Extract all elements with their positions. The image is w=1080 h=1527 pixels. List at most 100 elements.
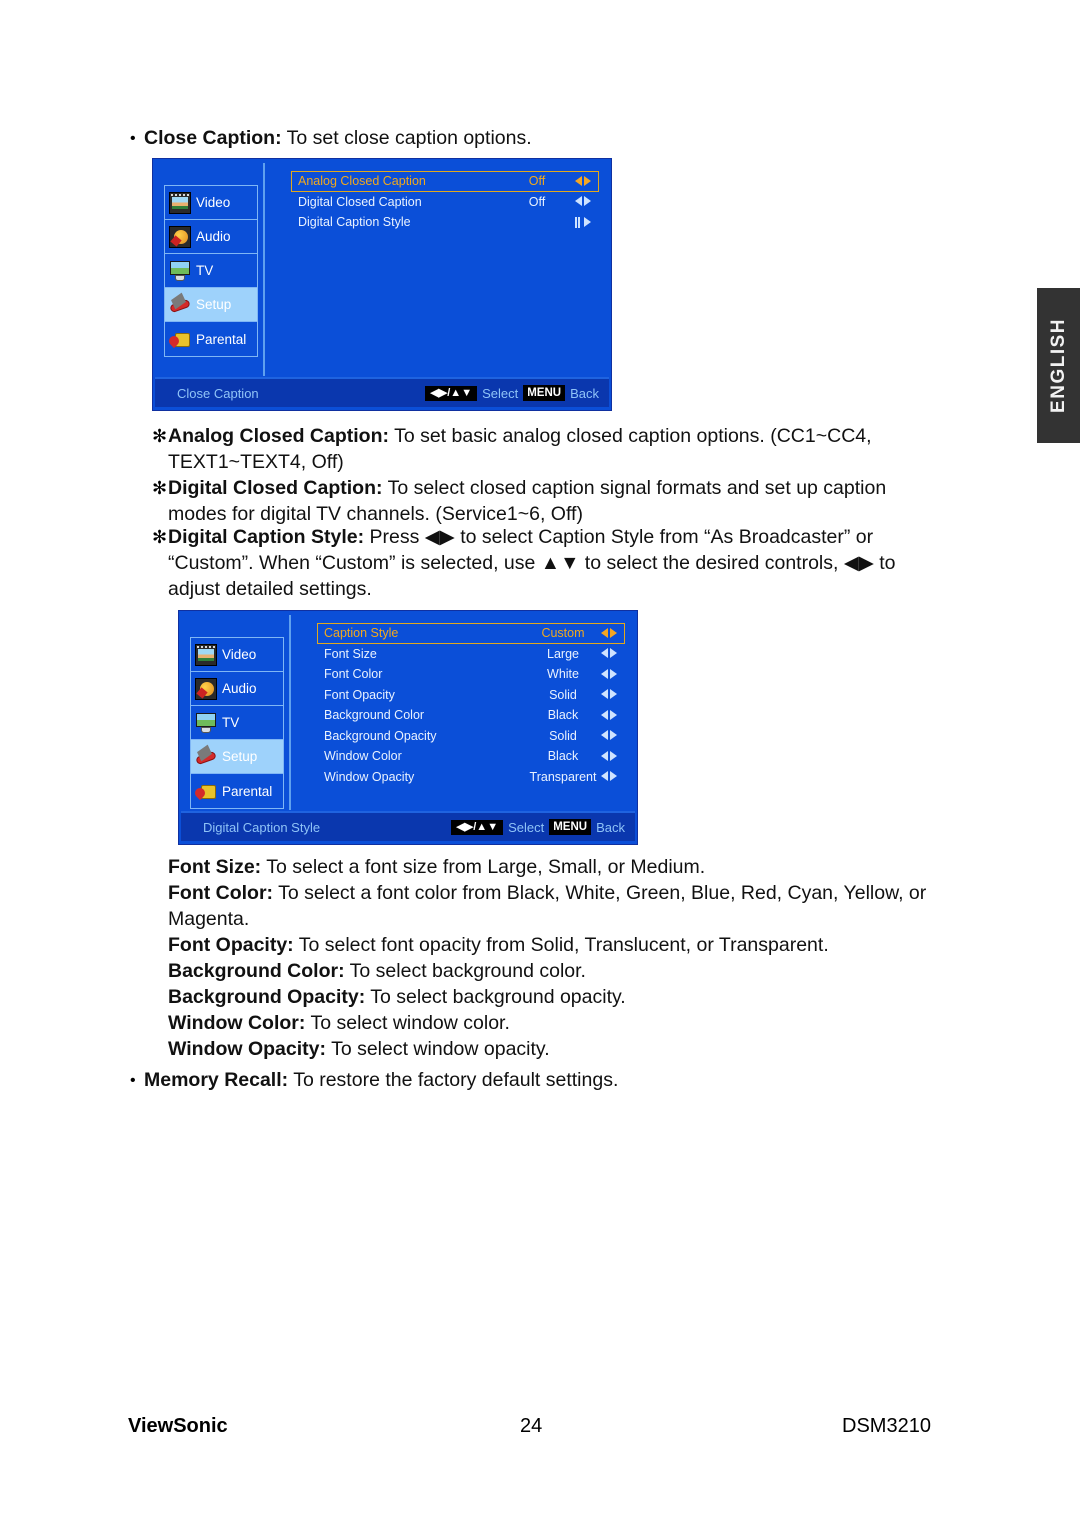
option-row-digital-closed-caption[interactable]: Digital Closed Caption Off xyxy=(291,192,599,213)
left-right-arrow-icon[interactable] xyxy=(600,730,618,742)
paragraph-digital-style-line2: “Custom”. When “Custom” is selected, use… xyxy=(168,551,988,577)
video-icon xyxy=(195,643,217,666)
bullet-close-caption: • xyxy=(130,130,136,147)
osd-1-sidebar-list: Video Audio TV Setup Parental xyxy=(164,185,258,357)
sidebar-item-parental[interactable]: Parental xyxy=(165,322,257,356)
option-row-window-opacity[interactable]: Window Opacity Transparent xyxy=(317,767,625,788)
parental-icon xyxy=(169,328,191,350)
left-right-arrow-icon[interactable] xyxy=(600,709,618,721)
menu-key-badge: MENU xyxy=(523,385,566,401)
sidebar-item-setup[interactable]: Setup xyxy=(165,288,257,322)
option-label: Background Color xyxy=(324,708,425,723)
left-right-arrow-icon[interactable] xyxy=(600,627,618,639)
sidebar-item-tv[interactable]: TV xyxy=(191,706,283,740)
sidebar-item-label: TV xyxy=(196,263,214,278)
audio-icon xyxy=(195,677,217,700)
desc-analog-cc-line2: TEXT1~TEXT4, Off) xyxy=(168,451,344,473)
osd-2-sidebar: Video Audio TV Setup Parental xyxy=(183,615,291,810)
osd-menu-close-caption[interactable]: Video Audio TV Setup Parental Analog Clo… xyxy=(152,158,612,411)
left-right-arrow-icon[interactable] xyxy=(600,771,618,783)
hint-back-label: Back xyxy=(570,385,599,401)
desc-background-opacity: To select background opacity. xyxy=(365,986,626,1008)
model-number: DSM3210 xyxy=(842,1415,931,1437)
bullet-memory-recall: • xyxy=(130,1072,136,1089)
option-row-analog-closed-caption[interactable]: Analog Closed Caption Off xyxy=(291,171,599,192)
osd-1-option-list: Analog Closed Caption Off Digital Closed… xyxy=(291,171,599,233)
sidebar-item-label: TV xyxy=(222,715,240,730)
paragraph-analog-cc: Analog Closed Caption: To set basic anal… xyxy=(168,424,968,450)
option-row-background-opacity[interactable]: Background Opacity Solid xyxy=(317,726,625,747)
hint-select-label: Select xyxy=(508,819,545,835)
osd-2-main: Caption Style Custom Font Size Large Fon… xyxy=(291,615,633,810)
term-digital-cc: Digital Closed Caption: xyxy=(168,477,383,499)
sidebar-item-label: Video xyxy=(222,647,257,662)
sidebar-item-parental[interactable]: Parental xyxy=(191,774,283,808)
desc-window-opacity: To select window opacity. xyxy=(326,1038,550,1060)
left-right-arrow-icon[interactable] xyxy=(600,750,618,762)
page-footer: ViewSonic 24 DSM3210 xyxy=(128,1415,1020,1441)
option-label: Caption Style xyxy=(324,626,399,641)
sidebar-item-label: Setup xyxy=(222,749,258,764)
term-window-opacity: Window Opacity: xyxy=(168,1038,326,1060)
option-row-font-opacity[interactable]: Font Opacity Solid xyxy=(317,685,625,706)
osd-2-sidebar-list: Video Audio TV Setup Parental xyxy=(190,637,284,809)
paragraph-window-opacity: Window Opacity: To select window opacity… xyxy=(168,1037,998,1063)
sidebar-item-label: Parental xyxy=(222,783,273,799)
sidebar-item-label: Video xyxy=(196,195,231,210)
desc-analog-cc-line1: To set basic analog closed caption optio… xyxy=(389,425,872,447)
paragraph-digital-cc: Digital Closed Caption: To select closed… xyxy=(168,476,968,502)
osd-footer-hints: ◀▶/▲▼ Select MENU Back xyxy=(425,385,609,401)
setup-icon xyxy=(195,746,217,768)
osd-menu-digital-caption-style[interactable]: Video Audio TV Setup Parental Caption St… xyxy=(178,610,638,845)
option-label: Digital Closed Caption xyxy=(298,194,422,209)
sidebar-item-tv[interactable]: TV xyxy=(165,254,257,288)
document-body: • Close Caption: To set close caption op… xyxy=(0,0,1080,1527)
osd-menu-1-body: Video Audio TV Setup Parental Analog Clo… xyxy=(153,159,611,410)
option-row-digital-caption-style[interactable]: Digital Caption Style xyxy=(291,212,599,233)
sidebar-item-video[interactable]: Video xyxy=(165,186,257,220)
star-analog-cc: ✻ xyxy=(152,426,168,446)
left-right-arrow-icon[interactable] xyxy=(574,196,592,208)
setup-icon xyxy=(169,294,191,316)
desc-background-color: To select background color. xyxy=(344,960,586,982)
option-row-window-color[interactable]: Window Color Black xyxy=(317,746,625,767)
paragraph-font-color-line2: Magenta. xyxy=(168,907,998,933)
left-right-arrow-icon[interactable] xyxy=(574,175,592,187)
sidebar-item-audio[interactable]: Audio xyxy=(165,220,257,254)
desc-digital-cc-line2: modes for digital TV channels. (Service1… xyxy=(168,503,583,525)
sidebar-item-video[interactable]: Video xyxy=(191,638,283,672)
sidebar-item-audio[interactable]: Audio xyxy=(191,672,283,706)
desc-font-opacity: To select font opacity from Solid, Trans… xyxy=(293,934,829,956)
desc-digital-cc-line1: To select closed caption signal formats … xyxy=(382,477,887,499)
term-window-color: Window Color: xyxy=(168,1012,306,1034)
option-label: Font Opacity xyxy=(324,687,395,702)
paragraph-background-color: Background Color: To select background c… xyxy=(168,959,998,985)
left-right-arrow-icon[interactable] xyxy=(600,689,618,701)
term-background-opacity: Background Opacity: xyxy=(168,986,366,1008)
option-row-font-size[interactable]: Font Size Large xyxy=(317,644,625,665)
osd-1-main: Analog Closed Caption Off Digital Closed… xyxy=(265,163,607,376)
option-row-caption-style[interactable]: Caption Style Custom xyxy=(317,623,625,644)
term-close-caption: Close Caption: xyxy=(144,127,282,149)
osd-footer-title: Close Caption xyxy=(177,385,259,401)
left-right-arrow-icon[interactable] xyxy=(600,668,618,680)
osd-1-footer: Close Caption ◀▶/▲▼ Select MENU Back xyxy=(155,377,609,407)
enter-arrow-icon[interactable] xyxy=(574,216,592,228)
desc-font-color-line2: Magenta. xyxy=(168,908,250,930)
left-right-arrow-icon[interactable] xyxy=(600,648,618,660)
desc-digital-style-line3: adjust detailed settings. xyxy=(168,578,372,600)
osd-2-option-list: Caption Style Custom Font Size Large Fon… xyxy=(317,623,625,787)
sidebar-item-setup[interactable]: Setup xyxy=(191,740,283,774)
term-font-color: Font Color: xyxy=(168,882,274,904)
desc-close-caption: To set close caption options. xyxy=(281,127,532,149)
option-label: Font Color xyxy=(324,667,383,682)
option-row-background-color[interactable]: Background Color Black xyxy=(317,705,625,726)
desc-digital-style-line2: “Custom”. When “Custom” is selected, use… xyxy=(168,552,896,574)
tv-icon xyxy=(195,712,217,734)
term-font-opacity: Font Opacity: xyxy=(168,934,294,956)
paragraph-font-size: Font Size: To select a font size from La… xyxy=(168,855,988,881)
option-row-font-color[interactable]: Font Color White xyxy=(317,664,625,685)
sidebar-item-label: Audio xyxy=(222,681,257,696)
paragraph-analog-cc-line2: TEXT1~TEXT4, Off) xyxy=(168,450,968,476)
osd-footer-hints: ◀▶/▲▼ Select MENU Back xyxy=(451,819,635,835)
